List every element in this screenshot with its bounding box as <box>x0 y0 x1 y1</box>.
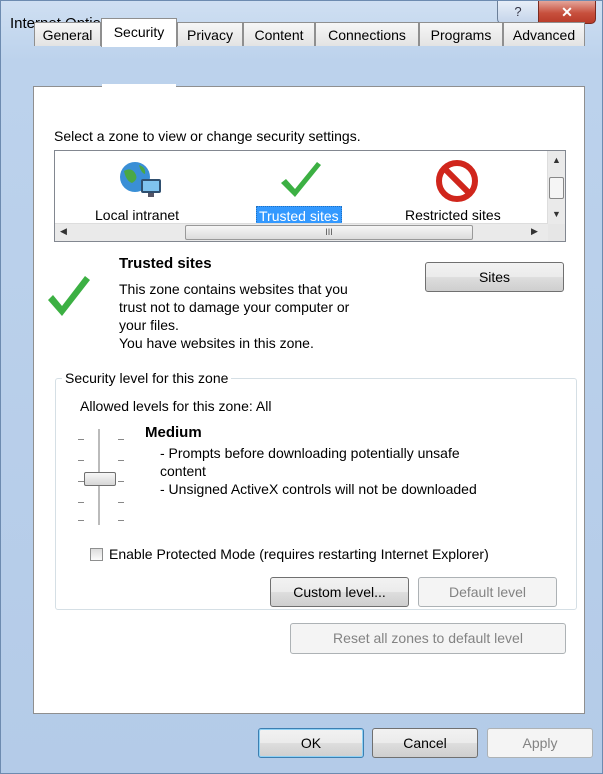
slider-tick <box>118 439 124 440</box>
tab-label: General <box>42 27 93 43</box>
close-icon: ✕ <box>561 4 573 20</box>
tab-content[interactable]: Content <box>243 22 315 46</box>
security-level-slider[interactable] <box>74 425 130 529</box>
tab-label: Privacy <box>187 27 233 43</box>
custom-level-button[interactable]: Custom level... <box>270 577 409 607</box>
zone-description-line: This zone contains websites that you <box>119 281 348 297</box>
horizontal-scrollbar[interactable]: ◀ III ▶ <box>55 223 548 241</box>
scroll-down-arrow-icon[interactable]: ▼ <box>552 209 561 219</box>
sites-button[interactable]: Sites <box>425 262 564 292</box>
zone-description-line: You have websites in this zone. <box>119 335 314 351</box>
slider-tick <box>78 520 84 521</box>
tab-privacy[interactable]: Privacy <box>177 22 243 46</box>
security-level-name: Medium <box>145 424 202 441</box>
scroll-corner <box>548 224 565 241</box>
tab-label: Security <box>113 24 165 40</box>
trusted-sites-icon[interactable] <box>277 159 325 203</box>
scroll-left-arrow-icon[interactable]: ◀ <box>60 226 67 237</box>
allowed-levels-text: Allowed levels for this zone: All <box>80 398 272 414</box>
default-level-button[interactable]: Default level <box>418 577 557 607</box>
security-level-detail: - Unsigned ActiveX controls will not be … <box>160 481 477 497</box>
vertical-scroll-thumb[interactable] <box>549 177 564 199</box>
slider-tick <box>118 502 124 503</box>
scroll-right-arrow-icon[interactable]: ▶ <box>531 226 538 237</box>
apply-button[interactable]: Apply <box>487 728 593 758</box>
ok-button[interactable]: OK <box>258 728 364 758</box>
tab-label: Programs <box>430 27 492 43</box>
security-level-details: - Prompts before downloading potentially… <box>160 444 477 498</box>
horizontal-scroll-thumb[interactable]: III <box>185 225 473 240</box>
slider-tick <box>118 460 124 461</box>
slider-thumb[interactable] <box>84 472 116 486</box>
zone-description-line: trust not to damage your computer or <box>119 299 350 315</box>
security-level-legend: Security level for this zone <box>62 370 232 386</box>
help-button[interactable]: ? <box>497 1 539 24</box>
slider-tick <box>78 502 84 503</box>
vertical-scrollbar[interactable]: ▲ ▼ <box>547 151 565 225</box>
scroll-up-arrow-icon[interactable]: ▲ <box>552 155 561 165</box>
reset-all-zones-button[interactable]: Reset all zones to default level <box>290 623 566 654</box>
protected-mode-label[interactable]: Enable Protected Mode (requires restarti… <box>109 546 489 562</box>
zone-list[interactable]: Local intranet Trusted sites Restricted … <box>54 150 566 242</box>
tab-join <box>102 84 176 88</box>
slider-tick <box>118 520 124 521</box>
tab-general[interactable]: General <box>34 22 101 46</box>
security-level-detail: - Prompts before downloading potentially… <box>160 445 460 461</box>
zone-label-restricted-sites[interactable]: Restricted sites <box>405 207 501 223</box>
selected-zone-icon <box>44 268 94 322</box>
scroll-grip: III <box>325 227 333 237</box>
tab-connections[interactable]: Connections <box>315 22 419 46</box>
local-intranet-icon[interactable] <box>115 159 165 203</box>
cancel-button[interactable]: Cancel <box>372 728 478 758</box>
slider-tick <box>78 460 84 461</box>
tab-label: Connections <box>328 27 406 43</box>
restricted-sites-icon[interactable] <box>435 159 479 203</box>
zone-title: Trusted sites <box>119 255 212 272</box>
zone-prompt: Select a zone to view or change security… <box>54 128 361 144</box>
tab-label: Content <box>254 27 304 43</box>
zone-description-line: your files. <box>119 317 179 333</box>
slider-tick <box>118 481 124 482</box>
zone-label-local-intranet[interactable]: Local intranet <box>95 207 179 223</box>
zone-description: This zone contains websites that you tru… <box>119 280 349 352</box>
tab-label: Advanced <box>512 27 576 43</box>
tab-security[interactable]: Security <box>101 18 177 47</box>
protected-mode-checkbox[interactable] <box>90 548 103 561</box>
close-button[interactable]: ✕ <box>538 1 596 24</box>
slider-tick <box>78 439 84 440</box>
tab-programs[interactable]: Programs <box>419 22 503 46</box>
security-level-detail: content <box>160 463 206 479</box>
tab-advanced[interactable]: Advanced <box>503 22 585 46</box>
help-icon: ? <box>514 4 522 19</box>
